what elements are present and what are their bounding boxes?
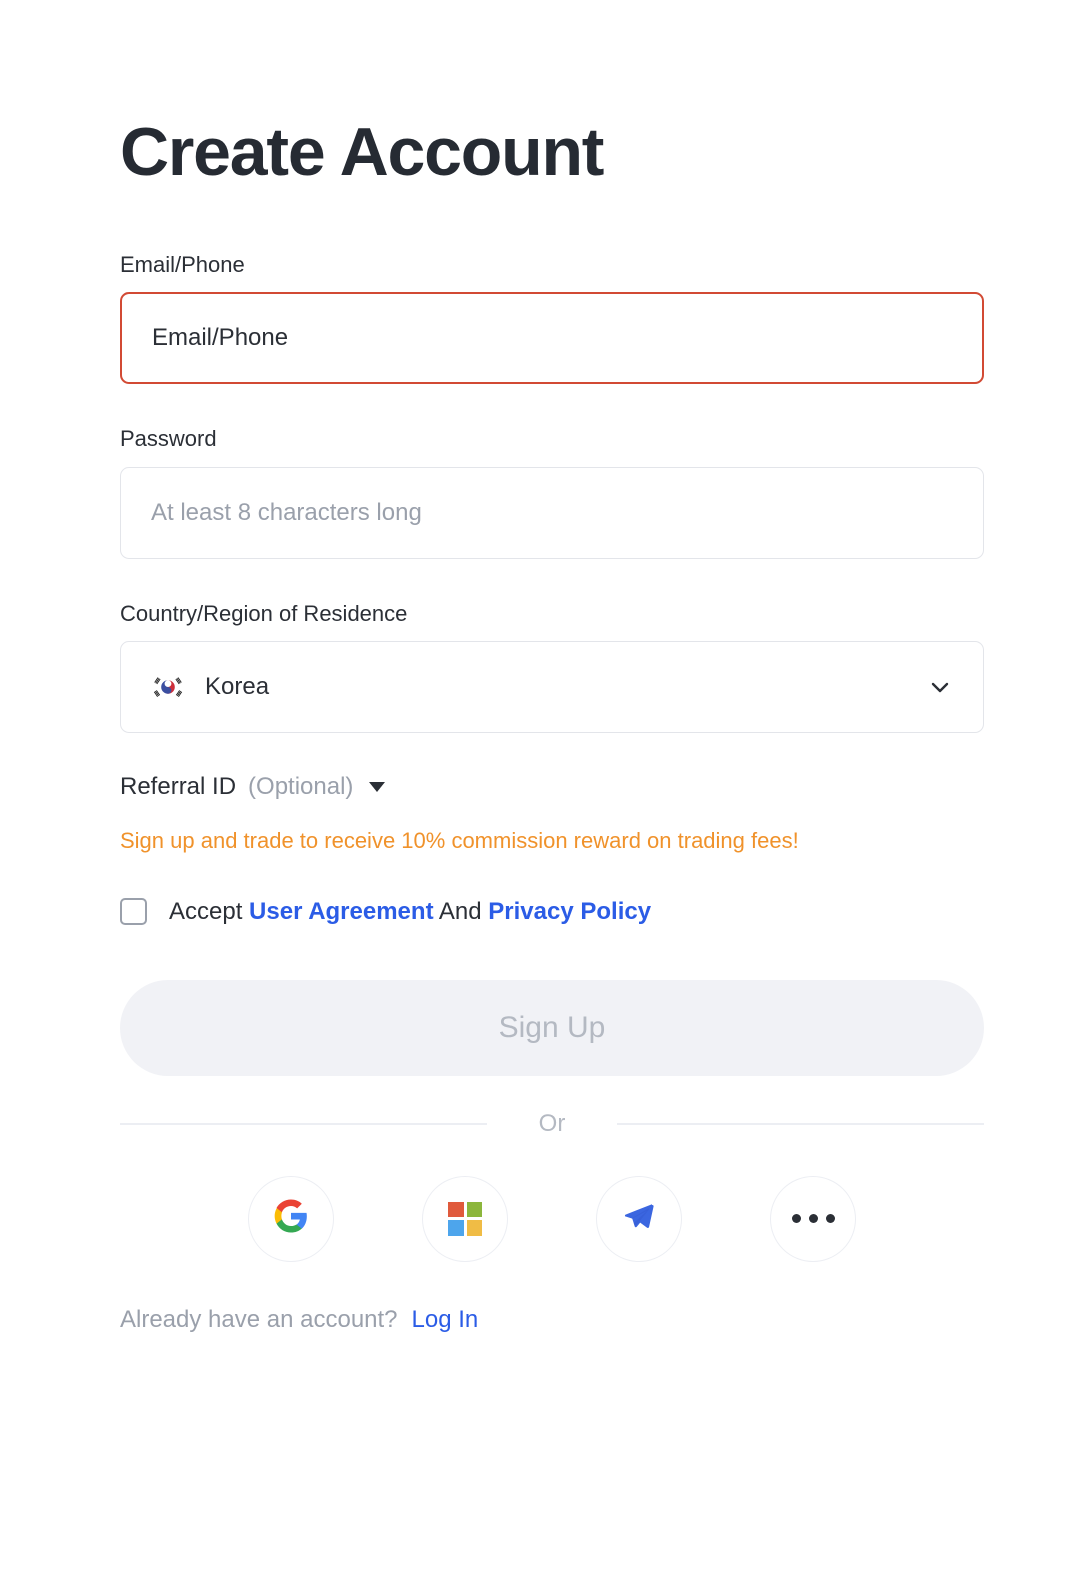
country-field-group: Country/Region of Residence Korea bbox=[120, 600, 984, 734]
ellipsis-icon bbox=[791, 1214, 835, 1224]
password-label: Password bbox=[120, 426, 217, 452]
microsoft-login-button[interactable] bbox=[422, 1175, 508, 1262]
divider-line-right bbox=[617, 1122, 985, 1125]
country-label: Country/Region of Residence bbox=[120, 600, 408, 626]
agreement-text: Accept User Agreement And Privacy Policy bbox=[169, 898, 651, 926]
login-prompt-row: Already have an account? Log In bbox=[120, 1306, 984, 1334]
privacy-policy-link[interactable]: Privacy Policy bbox=[488, 898, 651, 925]
accept-terms-checkbox[interactable] bbox=[120, 898, 147, 926]
referral-id-toggle[interactable]: Referral ID (Optional) bbox=[120, 773, 386, 801]
google-icon bbox=[273, 1198, 309, 1239]
email-input[interactable]: Email/Phone bbox=[120, 292, 984, 385]
or-divider: Or bbox=[120, 1109, 985, 1138]
promo-text: Sign up and trade to receive 10% commiss… bbox=[120, 828, 799, 854]
divider-line-left bbox=[120, 1122, 487, 1125]
email-label: Email/Phone bbox=[120, 252, 245, 277]
divider-label: Or bbox=[538, 1109, 566, 1137]
flag-korea-icon bbox=[151, 675, 185, 700]
referral-id-label: Referral ID bbox=[120, 773, 237, 801]
user-agreement-link[interactable]: User Agreement bbox=[249, 898, 434, 925]
password-input-placeholder: At least 8 characters long bbox=[151, 498, 422, 526]
sign-up-button[interactable]: Sign Up bbox=[120, 979, 984, 1076]
country-select-value: Korea bbox=[205, 673, 270, 701]
country-select-value-wrap: Korea bbox=[151, 673, 269, 701]
microsoft-icon bbox=[448, 1201, 482, 1236]
country-select[interactable]: Korea bbox=[120, 641, 984, 734]
agreement-row: Accept User Agreement And Privacy Policy bbox=[120, 898, 984, 926]
already-have-account-label: Already have an account? bbox=[120, 1305, 398, 1333]
page-title: Create Account bbox=[120, 114, 604, 190]
log-in-link[interactable]: Log In bbox=[412, 1306, 479, 1333]
caret-down-icon[interactable] bbox=[369, 782, 386, 793]
social-login-row bbox=[120, 1175, 984, 1262]
email-field-group: Email/Phone Email/Phone bbox=[120, 252, 984, 385]
password-input[interactable]: At least 8 characters long bbox=[120, 466, 984, 559]
google-login-button[interactable] bbox=[248, 1175, 334, 1262]
accept-label: Accept bbox=[169, 897, 243, 925]
more-login-options-button[interactable] bbox=[770, 1175, 856, 1262]
email-input-value: Email/Phone bbox=[152, 324, 289, 352]
password-field-group: Password At least 8 characters long bbox=[120, 426, 984, 559]
chevron-down-icon[interactable] bbox=[927, 674, 953, 700]
and-label: And bbox=[438, 897, 482, 925]
referral-optional-label: (Optional) bbox=[248, 773, 354, 801]
telegram-login-button[interactable] bbox=[596, 1175, 682, 1262]
telegram-icon bbox=[621, 1198, 657, 1239]
signup-page: Create Account Email/Phone Email/Phone P… bbox=[120, 0, 985, 1334]
